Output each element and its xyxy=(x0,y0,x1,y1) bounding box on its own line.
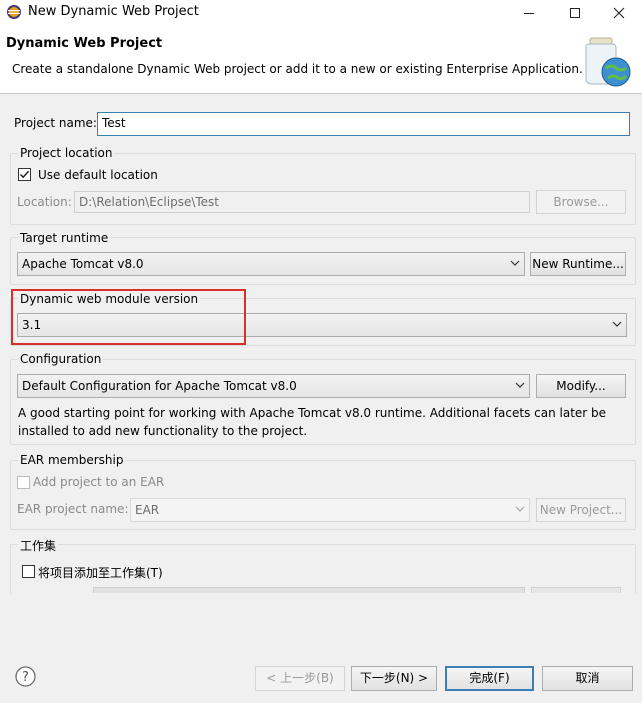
close-button[interactable] xyxy=(596,0,642,26)
button-bar: ? < 上一步(B) 下一步(N) > 完成(F) 取消 xyxy=(0,595,642,703)
checkmark-icon xyxy=(19,170,30,179)
add-to-working-set-label: 将项目添加至工作集(T) xyxy=(38,566,163,580)
eclipse-app-icon xyxy=(7,5,21,19)
project-location-group xyxy=(10,153,636,225)
web-project-jar-globe-icon xyxy=(585,37,631,87)
chevron-down-icon xyxy=(515,506,525,512)
annotation-highlight-box xyxy=(11,289,246,345)
close-icon xyxy=(613,7,625,19)
use-default-location-label: Use default location xyxy=(38,168,158,182)
modify-button[interactable]: Modify... xyxy=(536,374,626,398)
window-title: New Dynamic Web Project xyxy=(28,4,199,19)
minimize-icon xyxy=(524,13,534,14)
new-runtime-button[interactable]: New Runtime... xyxy=(530,252,626,276)
browse-button[interactable]: Browse... xyxy=(536,190,626,214)
configuration-description-line1: A good starting point for working with A… xyxy=(18,406,607,420)
target-runtime-value: Apache Tomcat v8.0 xyxy=(22,257,144,271)
chevron-down-icon xyxy=(515,382,525,388)
wizard-title: Dynamic Web Project xyxy=(6,36,163,51)
title-bar: New Dynamic Web Project xyxy=(0,0,642,26)
ear-project-name-select[interactable]: EAR xyxy=(130,498,530,522)
use-default-location-checkbox[interactable] xyxy=(18,168,31,181)
next-button[interactable]: 下一步(N) > xyxy=(351,666,437,691)
target-runtime-group-label: Target runtime xyxy=(18,231,111,245)
finish-button[interactable]: 完成(F) xyxy=(445,666,534,691)
location-input[interactable]: D:\Relation\Eclipse\Test xyxy=(74,191,530,213)
chevron-down-icon xyxy=(612,321,622,327)
ear-project-name-value: EAR xyxy=(135,503,160,517)
configuration-value: Default Configuration for Apache Tomcat … xyxy=(22,379,297,393)
project-name-label: Project name: xyxy=(14,116,97,130)
maximize-icon xyxy=(570,8,580,18)
add-to-working-set-checkbox[interactable] xyxy=(22,565,35,578)
location-label: Location: xyxy=(17,195,72,209)
configuration-select[interactable]: Default Configuration for Apache Tomcat … xyxy=(17,374,530,398)
ear-membership-group-label: EAR membership xyxy=(18,453,126,467)
minimize-button[interactable] xyxy=(506,0,552,26)
maximize-button[interactable] xyxy=(552,0,598,26)
target-runtime-select[interactable]: Apache Tomcat v8.0 xyxy=(17,252,525,276)
svg-text:?: ? xyxy=(22,670,29,685)
project-name-input[interactable]: Test xyxy=(97,112,630,136)
working-set-select-partial[interactable] xyxy=(93,587,525,593)
back-button[interactable]: < 上一步(B) xyxy=(255,666,345,691)
configuration-group-label: Configuration xyxy=(18,352,104,366)
new-ear-project-button[interactable]: New Project... xyxy=(536,498,626,522)
wizard-header: Dynamic Web Project Create a standalone … xyxy=(0,26,642,94)
add-to-ear-checkbox[interactable] xyxy=(17,476,30,489)
working-set-select-button-partial[interactable] xyxy=(531,587,621,593)
working-sets-group-label: 工作集 xyxy=(18,537,59,554)
ear-project-name-label: EAR project name: xyxy=(17,502,129,516)
cancel-button[interactable]: 取消 xyxy=(542,666,633,691)
configuration-description-line2: installed to add new functionality to th… xyxy=(18,424,308,438)
chevron-down-icon xyxy=(510,260,520,266)
add-to-ear-label: Add project to an EAR xyxy=(33,475,165,489)
wizard-description: Create a standalone Dynamic Web project … xyxy=(12,62,583,76)
project-location-group-label: Project location xyxy=(18,146,115,160)
help-icon[interactable]: ? xyxy=(15,666,36,687)
